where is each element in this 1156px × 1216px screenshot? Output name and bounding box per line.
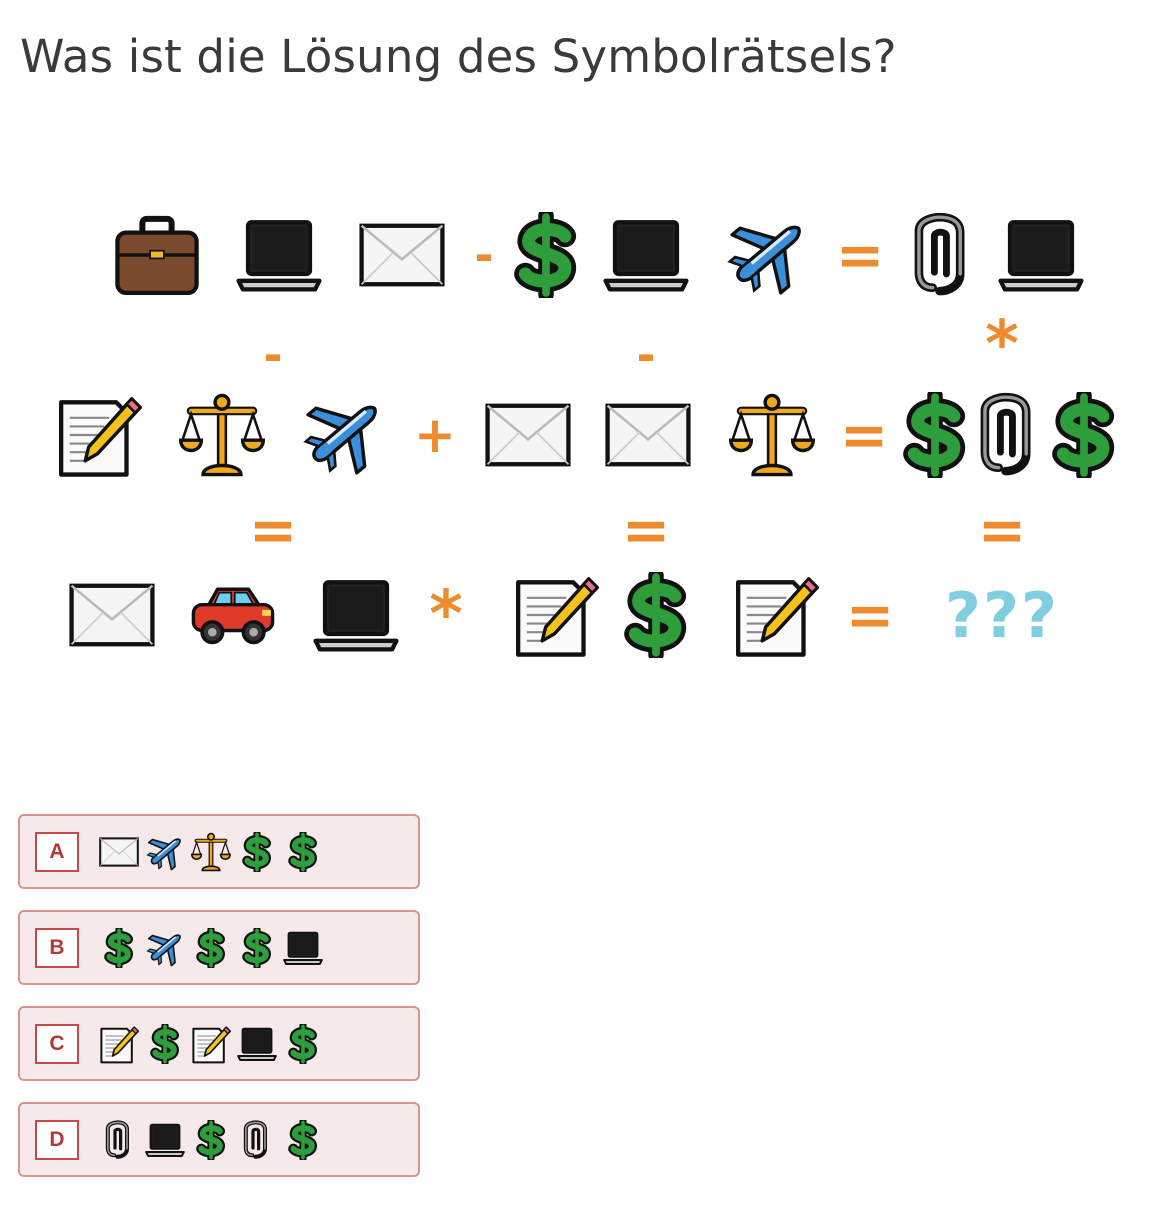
- envelope-icon: [97, 830, 141, 874]
- dollar-icon: [503, 212, 589, 298]
- puzzle-cell: [310, 569, 402, 661]
- laptop-icon: [603, 212, 689, 298]
- puzzle-cell: [176, 389, 268, 481]
- equals-operator: =: [845, 581, 895, 649]
- dollar-icon: [143, 1022, 187, 1066]
- option-b[interactable]: B: [18, 910, 420, 985]
- dollar-icon: [281, 1022, 325, 1066]
- dollar-icon: [189, 1118, 233, 1162]
- puzzle-cell: [187, 569, 279, 661]
- option-letter: D: [35, 1119, 79, 1160]
- minus-operator: -: [263, 328, 283, 382]
- laptop-icon: [143, 1118, 187, 1162]
- puzzle-cell: [111, 209, 203, 301]
- envelope-icon: [485, 392, 571, 478]
- option-symbols: [97, 926, 325, 970]
- question-title: Was ist die Lösung des Symbolrätsels?: [20, 30, 897, 83]
- memo-icon: [733, 572, 819, 658]
- puzzle-cell: [233, 209, 325, 301]
- puzzle-cell: ???: [922, 569, 1082, 661]
- dollar-icon: [189, 926, 233, 970]
- puzzle-cell: [721, 209, 813, 301]
- dollar-icon: [613, 572, 699, 658]
- puzzle-cell: [297, 389, 389, 481]
- memo-icon: [56, 392, 142, 478]
- envelope-icon: [605, 392, 691, 478]
- puzzle-cell: =: [814, 209, 906, 301]
- airplane-icon: [143, 830, 187, 874]
- puzzle-cell: [995, 209, 1087, 301]
- puzzle-cell: =: [600, 484, 692, 576]
- laptop-icon: [313, 572, 399, 658]
- puzzle-cell: [500, 209, 592, 301]
- equals-operator: =: [839, 401, 889, 469]
- dollar-icon: [1041, 392, 1127, 478]
- option-a[interactable]: A: [18, 814, 420, 889]
- paperclip-icon: [235, 1118, 279, 1162]
- option-letter: B: [35, 927, 79, 968]
- memo-icon: [189, 1022, 233, 1066]
- laptop-icon: [235, 1022, 279, 1066]
- envelope-icon: [69, 572, 155, 658]
- puzzle-cell: =: [956, 484, 1048, 576]
- equals-operator: =: [835, 221, 885, 289]
- puzzle-cell: [726, 389, 818, 481]
- times-operator: *: [985, 308, 1019, 382]
- scales-icon: [189, 830, 233, 874]
- laptop-icon: [236, 212, 322, 298]
- plus-operator: +: [414, 406, 456, 464]
- dollar-icon: [281, 1118, 325, 1162]
- scales-icon: [729, 392, 815, 478]
- puzzle-cell: [1038, 389, 1130, 481]
- option-d[interactable]: D: [18, 1102, 420, 1177]
- puzzle-cell: [610, 569, 702, 661]
- dollar-icon: [281, 830, 325, 874]
- laptop-icon: [998, 212, 1084, 298]
- equals-operator: =: [621, 496, 671, 564]
- unknown-answer: ???: [945, 578, 1059, 652]
- equals-operator: =: [977, 496, 1027, 564]
- scales-icon: [179, 392, 265, 478]
- puzzle-cell: [600, 209, 692, 301]
- puzzle-cell: [897, 209, 989, 301]
- puzzle-cell: [53, 389, 145, 481]
- option-letter: C: [35, 1023, 79, 1064]
- puzzle-cell: =: [824, 569, 916, 661]
- puzzle-cell: [482, 389, 574, 481]
- airplane-icon: [143, 926, 187, 970]
- memo-icon: [97, 1022, 141, 1066]
- puzzle-cell: [356, 209, 448, 301]
- briefcase-icon: [114, 212, 200, 298]
- equals-operator: =: [248, 496, 298, 564]
- memo-icon: [513, 572, 599, 658]
- option-c[interactable]: C: [18, 1006, 420, 1081]
- car-icon: [190, 572, 276, 658]
- laptop-icon: [281, 926, 325, 970]
- envelope-icon: [359, 212, 445, 298]
- airplane-icon: [300, 392, 386, 478]
- paperclip-icon: [900, 212, 986, 298]
- puzzle-cell: =: [227, 484, 319, 576]
- puzzle-cell: -: [600, 309, 692, 401]
- puzzle-cell: *: [956, 299, 1048, 391]
- dollar-icon: [97, 926, 141, 970]
- times-operator: *: [429, 578, 463, 652]
- airplane-icon: [724, 212, 810, 298]
- minus-operator: -: [636, 328, 656, 382]
- puzzle-cell: [66, 569, 158, 661]
- option-symbols: [97, 830, 325, 874]
- dollar-icon: [235, 830, 279, 874]
- paperclip-icon: [97, 1118, 141, 1162]
- puzzle-cell: -: [227, 309, 319, 401]
- puzzle-cell: *: [400, 569, 492, 661]
- option-symbols: [97, 1118, 325, 1162]
- option-symbols: [97, 1022, 325, 1066]
- puzzle-cell: [602, 389, 694, 481]
- minus-operator: -: [474, 228, 494, 282]
- puzzle-cell: +: [389, 389, 481, 481]
- puzzle-cell: [730, 569, 822, 661]
- option-letter: A: [35, 831, 79, 872]
- puzzle-cell: [510, 569, 602, 661]
- dollar-icon: [235, 926, 279, 970]
